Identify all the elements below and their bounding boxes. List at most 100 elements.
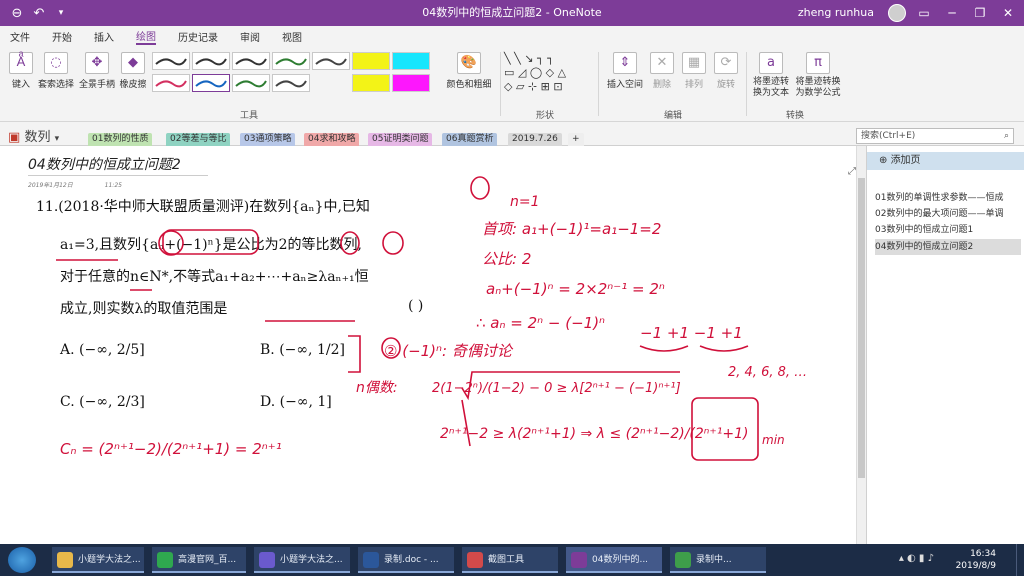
ink-to-text-button[interactable]: a 将墨迹转换为文本	[752, 52, 790, 99]
snipping-icon	[467, 552, 483, 568]
minimize-icon[interactable]: ─	[938, 0, 966, 26]
undo-icon[interactable]: ↶	[28, 3, 50, 23]
taskbar-item-4[interactable]: 录制.doc - ...	[358, 547, 454, 573]
highlighter-yellow-2[interactable]	[352, 74, 390, 92]
tray-icons[interactable]: ▴ ◐ ▮ ♪	[899, 553, 934, 564]
group-label-edit: 编辑	[664, 111, 683, 121]
pen-gray[interactable]	[312, 52, 350, 70]
menu-history[interactable]: 历史记录	[178, 29, 218, 44]
onenote-icon	[571, 552, 587, 568]
show-desktop-button[interactable]	[1016, 544, 1024, 576]
delete-button[interactable]: ✕ 删除	[648, 52, 676, 90]
start-button[interactable]	[8, 547, 36, 573]
shapes-gallery[interactable]: ╲ ╲ ↘ ┐ ┐ ▭ ◿ ◯ ◇ △ ◇ ▱ ⊹ ⊞ ⊡	[504, 52, 586, 96]
ink-to-math-button[interactable]: π 将墨迹转换为数学公式	[794, 52, 842, 99]
taskbar-item-6[interactable]: 04数列中的...	[566, 547, 662, 573]
ink-step1: n=1	[510, 194, 540, 210]
tab-01[interactable]: 01数列的性质	[88, 133, 153, 146]
ribbon-separator	[746, 52, 747, 116]
page-item-04[interactable]: 04数列中的恒成立问题2	[875, 239, 1021, 255]
pen-black-2[interactable]	[192, 52, 230, 70]
arrange-button[interactable]: ▦ 排列	[680, 52, 708, 90]
ink-derivation: 2ⁿ⁺¹−2 ≥ λ(2ⁿ⁺¹+1) ⇒ λ ≤ (2ⁿ⁺¹−2)/(2ⁿ⁺¹+…	[440, 426, 748, 442]
group-label-convert: 转换	[786, 111, 805, 121]
highlighter-cyan[interactable]	[392, 52, 430, 70]
page-canvas[interactable]: 04数列中的恒成立问题2 2019年1月12日 11:25 ⤢ 11.(2018…	[0, 146, 856, 544]
notebook-name: 数列	[24, 130, 51, 145]
scrollbar-thumb[interactable]	[858, 178, 865, 478]
restore-icon[interactable]: ❐	[966, 0, 994, 26]
pen-red-selected[interactable]	[192, 74, 230, 92]
taskbar-item-7[interactable]: 录制中...	[670, 547, 766, 573]
ink-min-label: min	[762, 433, 785, 447]
tab-05[interactable]: 05证明类问题	[368, 133, 433, 146]
page-item-02[interactable]: 02数列中的最大项问题——单调	[875, 206, 1021, 222]
menu-bar: 文件 开始 插入 绘图 历史记录 审阅 视图	[0, 26, 1024, 46]
taskbar-item-3[interactable]: 小题学大法之...	[254, 547, 350, 573]
add-section-button[interactable]: +	[568, 133, 584, 146]
user-name[interactable]: zheng runhua	[798, 0, 874, 26]
tab-06[interactable]: 06真题赏析	[442, 133, 498, 146]
close-icon[interactable]: ✕	[994, 0, 1022, 26]
ink-circle-ratio	[340, 231, 360, 255]
panning-hand-button[interactable]: ✥ 全景手柄	[78, 52, 116, 90]
menu-insert[interactable]: 插入	[94, 29, 114, 44]
search-icon: ⌕	[1003, 131, 1009, 141]
pen-blue[interactable]	[232, 74, 270, 92]
page-item-03[interactable]: 03数列中的恒成立问题1	[875, 222, 1021, 238]
notebook-selector[interactable]: ▣ 数列 ▾	[8, 126, 59, 145]
ink-ratio: 公比: 2	[482, 250, 531, 268]
taskbar-item-1[interactable]: 小题学大法之...	[52, 547, 144, 573]
highlighter-yellow[interactable]	[352, 52, 390, 70]
tab-2019-7-26[interactable]: 2019.7.26	[508, 133, 562, 146]
pen-green-2[interactable]	[272, 74, 310, 92]
insert-space-button[interactable]: ⇕ 插入空间	[606, 52, 644, 90]
clock[interactable]: 16:34 2019/8/9	[956, 548, 996, 572]
ink-circle-step1	[470, 176, 490, 200]
tab-04[interactable]: 04求和攻略	[304, 133, 360, 146]
ink-even-inequality: 2(1−2ⁿ)/(1−2) − 0 ≥ λ[2ⁿ⁺¹ − (−1)ⁿ⁺¹]	[432, 381, 681, 396]
ink-cn: Cₙ = (2ⁿ⁺¹−2)/(2ⁿ⁺¹+1) = 2ⁿ⁺¹	[60, 440, 282, 458]
eraser-button[interactable]: ◆ 橡皮擦	[118, 52, 148, 90]
rotate-icon: ⟳	[714, 52, 738, 74]
more-icon[interactable]: ▾	[50, 3, 72, 23]
ink-even-case: n偶数:	[356, 380, 398, 396]
insert-space-icon: ⇕	[613, 52, 637, 74]
ink-result: ∴ aₙ = 2ⁿ − (−1)ⁿ	[476, 314, 605, 332]
ink-step2: ② (−1)ⁿ: 奇偶讨论	[384, 342, 514, 360]
user-avatar[interactable]	[888, 4, 906, 22]
ink-annotations: n=1 首项: a₁+(−1)¹=a₁−1=2 公比: 2 aₙ+(−1)ⁿ =…	[56, 176, 807, 461]
menu-view[interactable]: 视图	[282, 29, 302, 44]
word-icon	[363, 552, 379, 568]
tab-03[interactable]: 03通项策略	[240, 133, 296, 146]
taskbar-item-5[interactable]: 截图工具	[462, 547, 558, 573]
lasso-select-button[interactable]: ◌ 套索选择	[38, 52, 74, 90]
menu-draw[interactable]: 绘图	[136, 28, 156, 45]
search-input[interactable]: 搜索(Ctrl+E) ⌕	[856, 128, 1014, 144]
ribbon-display-icon[interactable]: ▭	[910, 0, 938, 26]
notebook-icon: ▣	[8, 130, 21, 145]
group-label-tools: 工具	[240, 111, 259, 121]
ribbon-separator	[500, 52, 501, 116]
taskbar-item-2[interactable]: 高漫官网_百...	[152, 547, 246, 573]
pen-black[interactable]	[152, 52, 190, 70]
page-item-01[interactable]: 01数列的单调性求参数——恒成	[875, 190, 1021, 206]
pen-red[interactable]	[152, 74, 190, 92]
add-page-button[interactable]: ⊕ 添加页	[867, 152, 1024, 170]
type-tool-button[interactable]: Aͣ 键入	[8, 52, 34, 90]
pen-green[interactable]	[272, 52, 310, 70]
menu-home[interactable]: 开始	[52, 29, 72, 44]
pen-black-3[interactable]	[232, 52, 270, 70]
menu-file[interactable]: 文件	[10, 29, 30, 44]
back-icon[interactable]: ⊖	[6, 3, 28, 23]
tab-02[interactable]: 02等差与等比	[166, 133, 231, 146]
highlighter-magenta[interactable]	[392, 74, 430, 92]
menu-review[interactable]: 审阅	[240, 29, 260, 44]
folder-icon	[57, 552, 73, 568]
shape-lines-icon: ╲ ╲ ↘ ┐ ┐	[504, 52, 554, 65]
ink-evens: 2, 4, 6, 8, …	[728, 365, 807, 380]
color-thickness-button[interactable]: 🎨 颜色和粗细	[444, 52, 494, 90]
rotate-button[interactable]: ⟳ 旋转	[712, 52, 740, 90]
canvas-scrollbar[interactable]	[856, 146, 866, 544]
ink-pair-marks	[639, 345, 749, 352]
